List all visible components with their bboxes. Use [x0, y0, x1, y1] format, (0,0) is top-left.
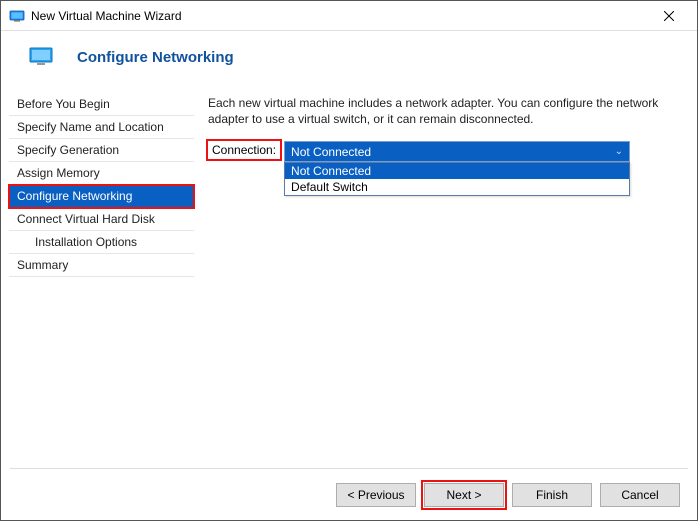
- page-title: Configure Networking: [77, 49, 234, 66]
- close-button[interactable]: [649, 2, 689, 30]
- sidebar: Before You Begin Specify Name and Locati…: [9, 87, 194, 447]
- connection-selected[interactable]: Not Connected ⌄: [284, 141, 630, 162]
- description-text: Each new virtual machine includes a netw…: [208, 95, 677, 127]
- footer-separator: [10, 468, 688, 469]
- previous-button[interactable]: < Previous: [336, 483, 416, 507]
- wizard-icon: [29, 45, 53, 69]
- connection-dropdown: Not Connected Default Switch: [284, 162, 630, 196]
- sidebar-item-installation-options[interactable]: Installation Options: [9, 231, 194, 254]
- sidebar-item-assign-memory[interactable]: Assign Memory: [9, 162, 194, 185]
- sidebar-item-configure-networking[interactable]: Configure Networking: [9, 185, 194, 208]
- wizard-header: Configure Networking: [1, 31, 697, 87]
- cancel-button[interactable]: Cancel: [600, 483, 680, 507]
- main-panel: Each new virtual machine includes a netw…: [194, 87, 697, 447]
- footer-buttons: < Previous Next > Finish Cancel: [336, 483, 680, 507]
- titlebar: New Virtual Machine Wizard: [1, 1, 697, 31]
- sidebar-item-specify-name[interactable]: Specify Name and Location: [9, 116, 194, 139]
- connection-row: Connection: Not Connected ⌄ Not Connecte…: [208, 141, 677, 162]
- connection-combo[interactable]: Not Connected ⌄ Not Connected Default Sw…: [284, 141, 630, 162]
- window-title: New Virtual Machine Wizard: [31, 9, 649, 23]
- connection-label: Connection:: [208, 141, 280, 159]
- sidebar-item-specify-generation[interactable]: Specify Generation: [9, 139, 194, 162]
- app-icon: [9, 8, 25, 24]
- dropdown-item-default-switch[interactable]: Default Switch: [285, 179, 629, 195]
- sidebar-item-before-you-begin[interactable]: Before You Begin: [9, 93, 194, 116]
- next-button[interactable]: Next >: [424, 483, 504, 507]
- wizard-body: Before You Begin Specify Name and Locati…: [1, 87, 697, 447]
- sidebar-item-summary[interactable]: Summary: [9, 254, 194, 277]
- connection-selected-text: Not Connected: [291, 145, 371, 159]
- sidebar-item-connect-vhd[interactable]: Connect Virtual Hard Disk: [9, 208, 194, 231]
- finish-button[interactable]: Finish: [512, 483, 592, 507]
- close-icon: [664, 11, 674, 21]
- dropdown-item-not-connected[interactable]: Not Connected: [285, 163, 629, 179]
- chevron-down-icon: ⌄: [615, 146, 623, 157]
